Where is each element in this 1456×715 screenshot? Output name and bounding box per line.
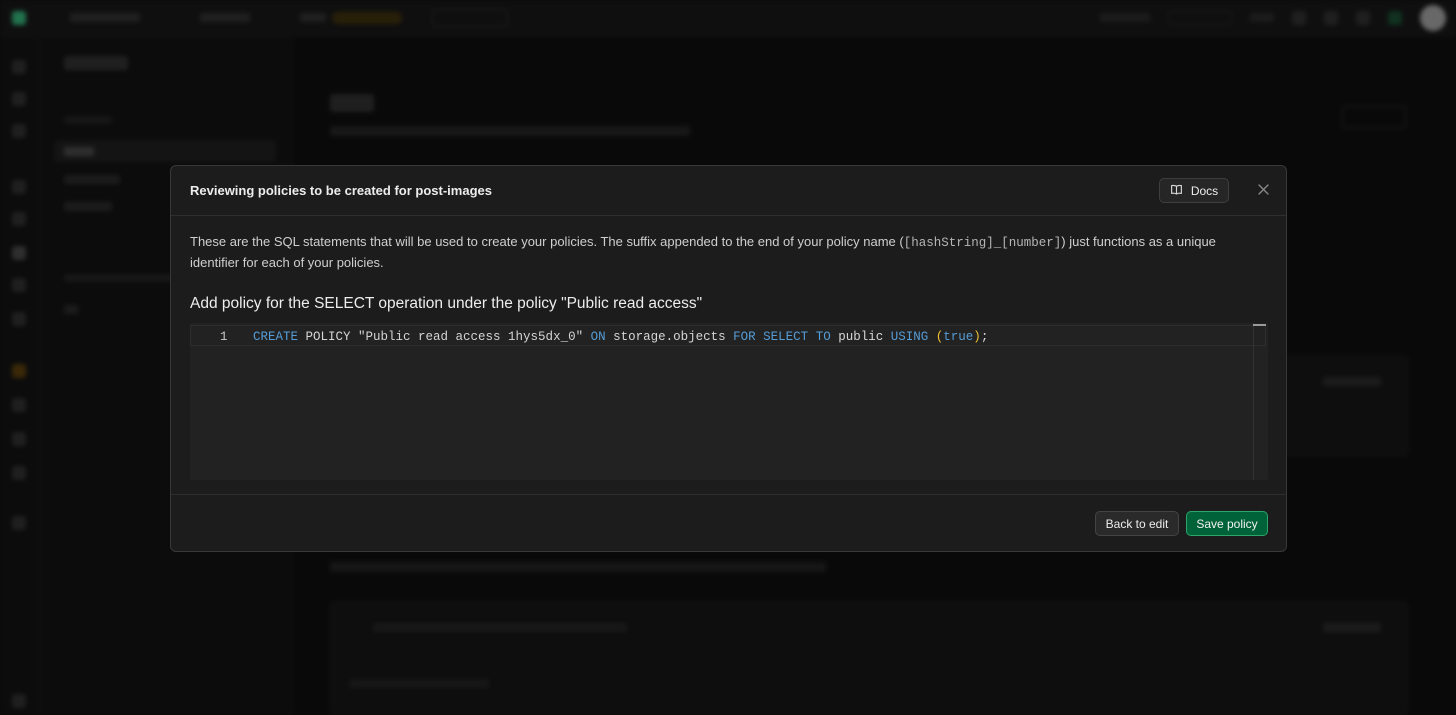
sql-text: POLICY — [298, 330, 359, 344]
docs-button[interactable]: Docs — [1159, 178, 1229, 203]
sql-keyword: SELECT — [763, 330, 809, 344]
sql-paren: ) — [973, 330, 981, 344]
modal-title: Reviewing policies to be created for pos… — [190, 183, 492, 198]
sql-keyword: TO — [815, 330, 831, 344]
back-to-edit-button[interactable]: Back to edit — [1095, 511, 1179, 536]
line-number: 1 — [220, 330, 228, 344]
sql-text: storage.objects — [605, 330, 734, 344]
description-text: These are the SQL statements that will b… — [190, 234, 904, 249]
sql-code-line[interactable]: CREATE POLICY "Public read access 1hys5d… — [253, 330, 988, 344]
close-icon — [1257, 183, 1269, 195]
sql-text: ; — [980, 330, 989, 344]
sql-keyword: FOR — [733, 330, 756, 344]
sql-string: "Public read access 1hys5dx_0" — [358, 330, 584, 344]
sql-keyword: USING — [890, 330, 929, 344]
docs-label: Docs — [1190, 183, 1219, 198]
sql-keyword: CREATE — [253, 330, 299, 344]
book-icon — [1170, 183, 1183, 199]
sql-editor[interactable]: 1 CREATE POLICY "Public read access 1hys… — [190, 323, 1268, 480]
sql-keyword: ON — [590, 330, 606, 344]
review-policies-modal: Reviewing policies to be created for pos… — [170, 165, 1287, 552]
editor-scroll-marker — [1253, 324, 1266, 326]
editor-scrollbar[interactable] — [1253, 323, 1254, 480]
modal-header: Reviewing policies to be created for pos… — [171, 166, 1286, 216]
policy-heading: Add policy for the SELECT operation unde… — [190, 295, 703, 312]
modal-footer: Back to edit Save policy — [171, 494, 1286, 552]
sql-boolean: true — [943, 330, 974, 344]
save-policy-button[interactable]: Save policy — [1186, 511, 1268, 536]
close-button[interactable] — [1255, 181, 1271, 197]
modal-description: These are the SQL statements that will b… — [190, 232, 1265, 272]
sql-text: public — [830, 330, 891, 344]
description-code: [hashString]_[number] — [903, 236, 1062, 250]
